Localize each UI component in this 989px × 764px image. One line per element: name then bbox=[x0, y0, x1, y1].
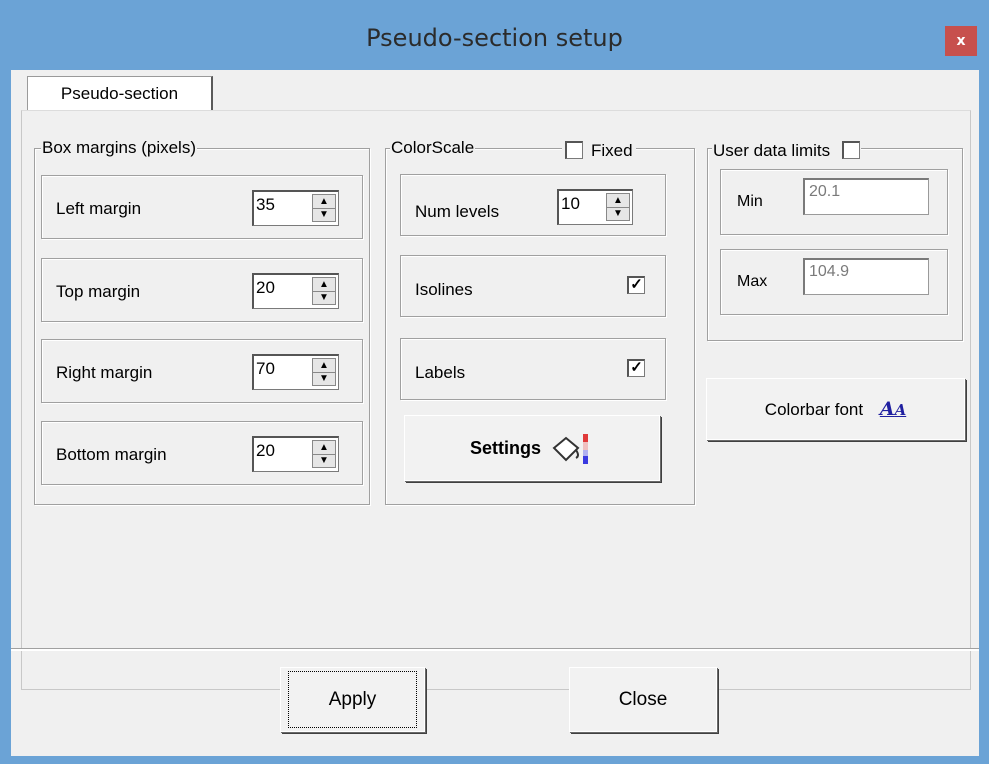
max-label: Max bbox=[737, 273, 768, 290]
box-margins-group: Box margins (pixels) Left margin 35 ▲ ▼ T… bbox=[34, 138, 370, 505]
spinner-arrows-icon[interactable]: ▲ ▼ bbox=[312, 277, 336, 305]
min-label: Min bbox=[737, 193, 763, 210]
right-margin-row: Right margin 70 ▲ ▼ bbox=[41, 339, 363, 403]
num-levels-value[interactable]: 10 bbox=[561, 194, 580, 214]
close-label: Close bbox=[618, 689, 668, 710]
labels-checkbox[interactable]: ✓ bbox=[627, 359, 645, 377]
fixed-checkbox[interactable] bbox=[565, 141, 583, 159]
left-margin-spinner[interactable]: 35 ▲ ▼ bbox=[252, 190, 339, 226]
bottom-margin-spinner[interactable]: 20 ▲ ▼ bbox=[252, 436, 339, 472]
isolines-label: Isolines bbox=[415, 280, 473, 299]
dialog-client-area: Pseudo-section Box margins (pixels) Left… bbox=[11, 70, 979, 756]
top-margin-label: Top margin bbox=[56, 282, 141, 301]
max-row: Max 104.9 bbox=[720, 249, 948, 315]
user-data-limits-checkbox[interactable] bbox=[842, 141, 861, 159]
spinner-arrows-icon[interactable]: ▲ ▼ bbox=[312, 358, 336, 386]
num-levels-row: Num levels 10 ▲ ▼ bbox=[400, 174, 666, 236]
right-margin-value[interactable]: 70 bbox=[256, 359, 275, 379]
left-margin-value[interactable]: 35 bbox=[256, 195, 275, 215]
min-input[interactable]: 20.1 bbox=[803, 178, 929, 215]
colorscale-legend: ColorScale bbox=[390, 138, 476, 158]
fixed-option[interactable]: Fixed bbox=[562, 138, 636, 161]
max-input[interactable]: 104.9 bbox=[803, 258, 929, 295]
close-icon: x bbox=[956, 33, 966, 49]
num-levels-spinner[interactable]: 10 ▲ ▼ bbox=[557, 189, 633, 225]
min-row: Min 20.1 bbox=[720, 169, 948, 235]
dialog-window: Pseudo-section setup x Pseudo-section Bo… bbox=[0, 0, 989, 764]
settings-button[interactable]: Settings bbox=[404, 415, 660, 481]
colorbar-font-label: Colorbar font bbox=[764, 400, 864, 419]
close-window-button[interactable]: x bbox=[945, 26, 977, 56]
labels-row: Labels ✓ bbox=[400, 338, 666, 400]
user-data-limits-option[interactable]: User data limits bbox=[712, 138, 862, 161]
bottom-margin-row: Bottom margin 20 ▲ ▼ bbox=[41, 421, 363, 485]
fixed-label[interactable]: Fixed bbox=[591, 141, 633, 160]
right-margin-label: Right margin bbox=[56, 363, 153, 382]
tab-pseudo-section[interactable]: Pseudo-section bbox=[27, 76, 213, 112]
spinner-arrows-icon[interactable]: ▲ ▼ bbox=[312, 440, 336, 468]
apply-label: Apply bbox=[287, 671, 418, 728]
labels-label: Labels bbox=[415, 363, 466, 382]
left-margin-label: Left margin bbox=[56, 199, 142, 218]
top-margin-value[interactable]: 20 bbox=[256, 278, 275, 298]
colorbar-font-button[interactable]: Colorbar font AA bbox=[706, 378, 965, 440]
isolines-row: Isolines ✓ bbox=[400, 255, 666, 317]
settings-label: Settings bbox=[469, 438, 541, 458]
user-data-limits-legend: User data limits bbox=[713, 141, 831, 160]
left-margin-row: Left margin 35 ▲ ▼ bbox=[41, 175, 363, 239]
bottom-margin-label: Bottom margin bbox=[56, 445, 167, 464]
window-title: Pseudo-section setup bbox=[366, 24, 623, 52]
paint-bucket-colorbar-icon bbox=[552, 434, 589, 465]
spinner-arrows-icon[interactable]: ▲ ▼ bbox=[312, 194, 336, 222]
user-data-limits-group: User data limits Min 20.1 Max 104.9 bbox=[707, 138, 963, 341]
apply-button[interactable]: Apply bbox=[280, 667, 425, 732]
tab-page-pseudo-section: Box margins (pixels) Left margin 35 ▲ ▼ T… bbox=[21, 110, 971, 690]
right-margin-spinner[interactable]: 70 ▲ ▼ bbox=[252, 354, 339, 390]
bottom-margin-value[interactable]: 20 bbox=[256, 441, 275, 461]
title-bar[interactable]: Pseudo-section setup x bbox=[0, 0, 989, 70]
spinner-arrows-icon[interactable]: ▲ ▼ bbox=[606, 193, 630, 221]
top-margin-row: Top margin 20 ▲ ▼ bbox=[41, 258, 363, 322]
colorscale-group: ColorScale Fixed Num levels 10 ▲ ▼ Isolin… bbox=[385, 138, 695, 505]
tab-strip: Pseudo-section bbox=[11, 70, 979, 112]
top-margin-spinner[interactable]: 20 ▲ ▼ bbox=[252, 273, 339, 309]
footer-separator bbox=[11, 648, 979, 651]
num-levels-label: Num levels bbox=[415, 202, 500, 221]
font-aa-icon: AA bbox=[879, 398, 907, 420]
close-button[interactable]: Close bbox=[569, 667, 717, 732]
box-margins-legend: Box margins (pixels) bbox=[41, 138, 197, 158]
isolines-checkbox[interactable]: ✓ bbox=[627, 276, 645, 294]
